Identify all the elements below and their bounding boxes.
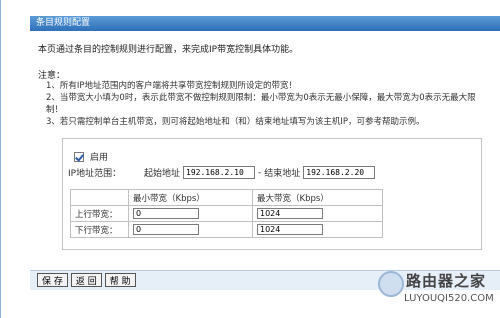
window-title: 条目规则配置 [30, 16, 500, 31]
cell-min [128, 205, 253, 222]
table-row: 下行带宽： [70, 221, 383, 238]
watermark-text: 路由器之家 [406, 272, 487, 290]
row-label: 下行带宽： [70, 221, 129, 238]
upload-min-input[interactable] [133, 208, 199, 219]
table-row: 上行带宽： [70, 205, 383, 222]
table-header-min: 最小带宽（Kbps） [128, 189, 253, 206]
enable-checkbox[interactable] [74, 151, 84, 162]
note-item: 2、当带宽大小填为0时，表示此带宽不做控制规则限制：最小带宽为0表示无最小保障，… [46, 93, 476, 115]
help-button[interactable]: 帮 助 [104, 273, 136, 287]
watermark-logo-icon [378, 271, 404, 297]
intro-text: 本页通过条目的控制规则进行配置，来完成IP带宽控制具体功能。 [38, 45, 299, 55]
end-address-input[interactable] [303, 166, 376, 179]
table-header-row: 最小带宽（Kbps） 最大带宽（Kbps） [70, 189, 383, 206]
download-min-input[interactable] [133, 224, 199, 235]
cell-max [252, 221, 383, 238]
back-button[interactable]: 返 回 [70, 273, 102, 287]
cell-max [252, 205, 383, 222]
note-item: 1、所有IP地址范围内的客户端将共享带宽控制规则所设定的带宽！ [46, 81, 298, 91]
table-header-blank [70, 189, 129, 206]
ip-range-row: IP地址范围： 起始地址 - 结束地址 [68, 166, 378, 179]
note-item: 3、若只需控制单台主机带宽，则可将起始地址和（和）结束地址填写为该主机IP，可参… [46, 117, 425, 127]
save-button[interactable]: 保 存 [37, 273, 68, 287]
cell-min [128, 221, 253, 238]
row-label: 上行带宽： [70, 205, 129, 222]
watermark-url: LUYOUQI520.COM [404, 293, 494, 304]
start-address-input[interactable] [183, 166, 256, 179]
enable-label: 启用 [90, 153, 109, 163]
bandwidth-table: 最小带宽（Kbps） 最大带宽（Kbps） 上行带宽： 下行带宽： [70, 189, 383, 238]
enable-row: 启用 [74, 150, 108, 163]
button-group: 保 存 返 回 帮 助 [37, 273, 136, 287]
notes-list: 1、所有IP地址范围内的客户端将共享带宽控制规则所设定的带宽！ 2、当带宽大小填… [46, 80, 486, 128]
upload-max-input[interactable] [257, 208, 323, 219]
table-header-max: 最大带宽（Kbps） [252, 189, 383, 206]
start-address-label: 起始地址 [144, 169, 181, 179]
ip-range-label: IP地址范围： [68, 169, 122, 179]
range-separator: - [258, 167, 262, 178]
end-address-label: 结束地址 [264, 169, 301, 179]
download-max-input[interactable] [257, 224, 323, 235]
